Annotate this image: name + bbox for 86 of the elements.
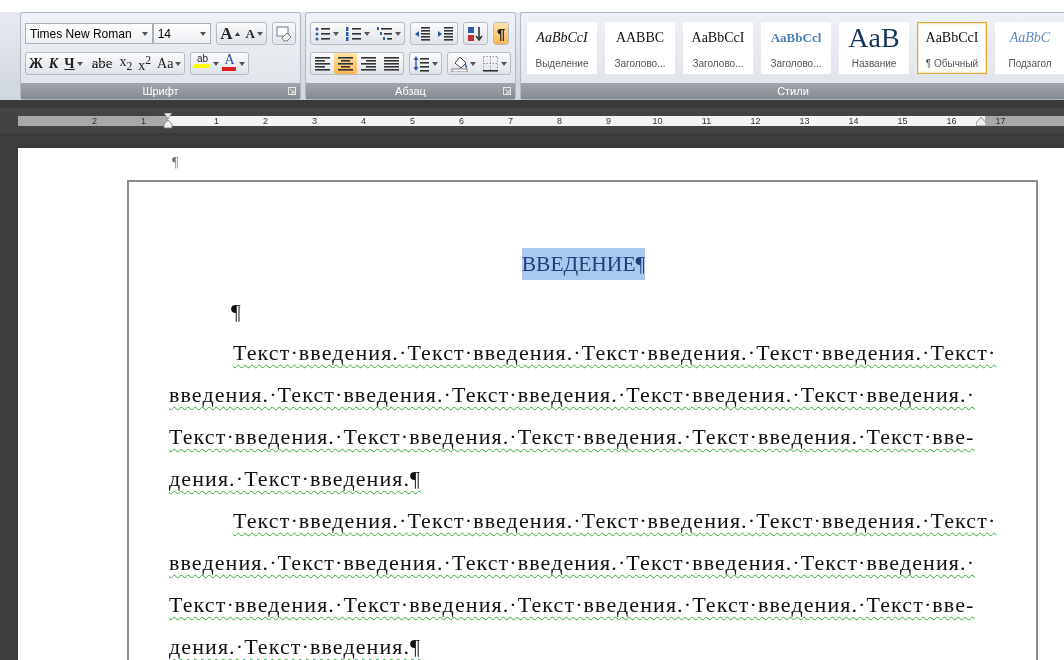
group-label: Шрифт — [21, 83, 300, 99]
font-color-button[interactable]: A — [219, 53, 240, 74]
caret-icon — [141, 31, 148, 36]
bullets-icon — [314, 25, 331, 42]
caret-icon — [432, 61, 438, 66]
pilcrow-button[interactable]: ¶ — [494, 23, 509, 44]
align-left-icon — [314, 55, 331, 72]
caret-icon — [364, 31, 370, 36]
ruler-number: 13 — [798, 115, 811, 126]
grow-font-button[interactable]: A — [217, 23, 243, 44]
sort-icon — [467, 25, 484, 42]
paragraph-mark: ¶ — [172, 155, 179, 170]
caret-icon — [501, 61, 507, 66]
ruler-number: 12 — [749, 115, 762, 126]
font-name-field[interactable]: Times New Roman — [25, 23, 153, 44]
ruler-number: 7 — [507, 115, 514, 126]
ruler-number: 11 — [700, 115, 713, 126]
caret-icon — [257, 31, 263, 36]
text-line: Текст·введения.·Текст·введения.·Текст·введения.·Текст·введения.·Текст· — [233, 340, 997, 365]
format-button[interactable]: x$_{2}$ — [116, 53, 136, 74]
ruler-number: 17 — [994, 115, 1007, 126]
style-item[interactable]: AaB Название — [839, 22, 909, 74]
group-label: Стили — [521, 83, 1064, 99]
ruler-number: 10 — [651, 115, 664, 126]
style-item[interactable]: AaBbCcI Заголово... — [683, 22, 753, 74]
caret-icon — [200, 31, 207, 36]
caret-icon — [470, 61, 476, 66]
justify-icon — [383, 55, 400, 72]
color-bar-icon — [222, 67, 237, 71]
color-bar-icon — [194, 64, 211, 68]
numbering-icon — [345, 25, 362, 42]
caret-icon — [175, 61, 182, 66]
style-item[interactable]: AABBC Заголово... — [605, 22, 675, 74]
shrink-font-button[interactable]: A — [242, 23, 266, 44]
style-item[interactable]: AaBbCcI ¶ Обычный — [917, 22, 987, 74]
right-indent-marker-icon[interactable] — [976, 116, 986, 126]
ruler-number: 3 — [311, 115, 318, 126]
format-button[interactable]: Aa — [154, 53, 185, 74]
text-line: введения.·Текст·введения.·Текст·введения.·Текст·введения.·Текст·введения.· — [169, 550, 976, 575]
align-right-icon — [360, 55, 377, 72]
align-center-icon — [337, 55, 354, 72]
borders-icon — [482, 55, 499, 72]
ruler-number: 2 — [91, 115, 98, 126]
style-item[interactable]: AaBbCcl Заголово... — [761, 22, 831, 74]
indent-marker-icon[interactable] — [163, 112, 173, 129]
caret-icon — [239, 61, 246, 66]
text-line: введения.·Текст·введения.·Текст·введения.·Текст·введения.·Текст·введения.· — [169, 382, 976, 407]
eraser-icon — [276, 25, 292, 42]
ruler-number: 15 — [896, 115, 909, 126]
format-button[interactable]: x$^{2}$ — [135, 53, 155, 74]
caret-icon — [76, 61, 83, 66]
ruler-number: 1 — [140, 115, 147, 126]
heading-text: ВВЕДЕНИЕ¶ — [521, 248, 646, 280]
indent-icon — [437, 25, 454, 42]
text-line: Текст·введения.·Текст·введения.·Текст·введения.·Текст·введения.·Текст· — [233, 508, 997, 533]
style-item[interactable]: AaBbCcI Выделение — [527, 22, 597, 74]
ruler-number: 9 — [605, 115, 612, 126]
style-item[interactable]: AaBbC Подзагол — [995, 22, 1064, 74]
ruler-number: 16 — [945, 115, 958, 126]
ruler-number: 5 — [409, 115, 416, 126]
text-line: дения.·Текст·введения.¶ — [169, 634, 422, 659]
caret-up-icon — [234, 31, 240, 36]
caret-icon — [333, 31, 339, 36]
text-line: Текст·введения.·Текст·введения.·Текст·введения.·Текст·введения.·Текст·вве- — [169, 424, 975, 449]
text-line: Текст·введения.·Текст·введения.·Текст·введения.·Текст·введения.·Текст·вве- — [169, 592, 975, 617]
paragraph-mark: ¶ — [231, 300, 241, 324]
underline-button[interactable]: Ч — [61, 53, 86, 74]
highlight-button[interactable]: ab — [191, 53, 214, 74]
caret-icon — [395, 31, 401, 36]
font-size-field[interactable]: 14 — [152, 23, 212, 44]
align-center-button[interactable] — [334, 53, 357, 74]
caret-icon — [213, 61, 220, 66]
italic-button[interactable]: К — [45, 53, 62, 74]
bold-button[interactable]: Ж — [26, 53, 46, 74]
ruler-number: 4 — [360, 115, 367, 126]
line-spacing-icon — [413, 55, 430, 72]
ruler-number: 6 — [458, 115, 465, 126]
ruler-number: 2 — [262, 115, 269, 126]
ruler-number: 1 — [213, 115, 220, 126]
outdent-icon — [414, 25, 431, 42]
shading-icon — [451, 55, 468, 72]
ruler-number: 8 — [556, 115, 563, 126]
ruler-number: 14 — [847, 115, 860, 126]
group-label: Абзац — [306, 83, 515, 99]
multilevel-icon — [376, 25, 393, 42]
text-line: дения.·Текст·введения.¶ — [169, 466, 422, 491]
